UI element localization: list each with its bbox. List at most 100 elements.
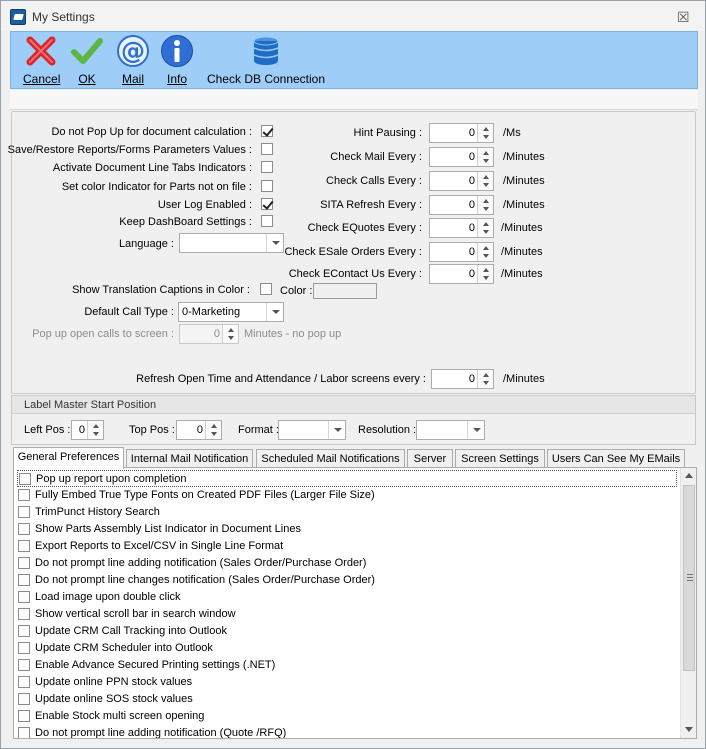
spinner-arrows-icon[interactable] bbox=[477, 265, 493, 283]
item-label: Pop up report upon completion bbox=[36, 473, 187, 485]
info-button[interactable]: Info bbox=[159, 34, 195, 86]
spinner-arrows-icon[interactable] bbox=[477, 124, 493, 142]
user-log-checkbox[interactable] bbox=[261, 198, 273, 210]
left-pos-label: Left Pos : bbox=[24, 424, 71, 436]
spinner-arrows-icon[interactable] bbox=[477, 172, 493, 190]
format-select[interactable] bbox=[278, 420, 346, 440]
spinner-arrows-icon[interactable] bbox=[205, 421, 221, 439]
check-calls-spinner[interactable]: 0 bbox=[429, 171, 494, 191]
list-item[interactable]: Enable Stock multi screen opening bbox=[17, 708, 677, 725]
list-item[interactable]: Load image upon double click bbox=[17, 589, 677, 606]
list-item[interactable]: Show vertical scroll bar in search windo… bbox=[17, 606, 677, 623]
color-indicator-checkbox[interactable] bbox=[261, 180, 273, 192]
item-label: Load image upon double click bbox=[35, 591, 181, 603]
list-item[interactable]: Do not prompt line adding notification (… bbox=[17, 725, 677, 738]
keep-dashboard-checkbox[interactable] bbox=[261, 215, 273, 227]
refresh-open-time-spinner[interactable]: 0 bbox=[431, 369, 494, 389]
default-call-type-value: 0-Marketing bbox=[182, 306, 241, 318]
item-checkbox[interactable] bbox=[18, 540, 30, 552]
item-checkbox[interactable] bbox=[18, 676, 30, 688]
hint-pausing-spinner[interactable]: 0 bbox=[429, 123, 494, 143]
spinner-arrows-icon[interactable] bbox=[477, 219, 493, 237]
no-popup-calc-checkbox[interactable] bbox=[261, 125, 273, 137]
check-mail-spinner[interactable]: 0 bbox=[429, 147, 494, 167]
sita-refresh-spinner[interactable]: 0 bbox=[429, 195, 494, 215]
tab-internal-mail-notification[interactable]: Internal Mail Notification bbox=[126, 449, 253, 468]
tab-users-can-see-my-emails[interactable]: Users Can See My EMails bbox=[547, 449, 685, 468]
save-restore-checkbox[interactable] bbox=[261, 143, 273, 155]
item-checkbox[interactable] bbox=[18, 659, 30, 671]
tab-general-preferences[interactable]: General Preferences bbox=[13, 447, 124, 469]
hint-pausing-value: 0 bbox=[468, 127, 475, 139]
popup-calls-spinner[interactable]: 0 bbox=[179, 324, 239, 344]
left-pos-spinner[interactable]: 0 bbox=[71, 420, 104, 440]
scroll-up-arrow-icon[interactable] bbox=[681, 468, 696, 484]
vertical-scrollbar[interactable] bbox=[680, 468, 696, 738]
scrollbar-thumb[interactable] bbox=[683, 485, 695, 671]
tab-scheduled-mail-notifications[interactable]: Scheduled Mail Notifications bbox=[256, 449, 405, 468]
item-checkbox[interactable] bbox=[18, 625, 30, 637]
cancel-x-icon bbox=[24, 34, 58, 68]
list-item[interactable]: Enable Advance Secured Printing settings… bbox=[17, 657, 677, 674]
item-label: Export Reports to Excel/CSV in Single Li… bbox=[35, 540, 284, 552]
check-equotes-label: Check EQuotes Every : bbox=[307, 222, 422, 234]
top-pos-spinner[interactable]: 0 bbox=[176, 420, 222, 440]
hint-pausing-label: Hint Pausing : bbox=[353, 127, 422, 139]
item-checkbox[interactable] bbox=[18, 608, 30, 620]
spinner-arrows-icon[interactable] bbox=[222, 325, 238, 343]
translation-colors-checkbox[interactable] bbox=[260, 283, 272, 295]
check-equotes-spinner[interactable]: 0 bbox=[429, 218, 494, 238]
scroll-down-arrow-icon[interactable] bbox=[681, 721, 696, 737]
default-call-type-select[interactable]: 0-Marketing bbox=[178, 302, 284, 322]
list-item[interactable]: Update online SOS stock values bbox=[17, 691, 677, 708]
item-checkbox[interactable] bbox=[18, 727, 30, 738]
spinner-arrows-icon[interactable] bbox=[87, 421, 103, 439]
list-item[interactable]: Export Reports to Excel/CSV in Single Li… bbox=[17, 538, 677, 555]
close-icon[interactable]: ☒ bbox=[677, 9, 690, 26]
item-checkbox[interactable] bbox=[18, 591, 30, 603]
list-item[interactable]: Do not prompt line changes notification … bbox=[17, 572, 677, 589]
item-checkbox[interactable] bbox=[18, 710, 30, 722]
item-checkbox[interactable] bbox=[18, 693, 30, 705]
tab-screen-settings[interactable]: Screen Settings bbox=[455, 449, 545, 468]
list-item[interactable]: Update CRM Scheduler into Outlook bbox=[17, 640, 677, 657]
item-checkbox[interactable] bbox=[18, 506, 30, 518]
item-checkbox[interactable] bbox=[19, 473, 31, 485]
check-esale-spinner[interactable]: 0 bbox=[429, 242, 494, 262]
language-select[interactable] bbox=[179, 233, 284, 253]
tab-server[interactable]: Server bbox=[407, 449, 453, 468]
resolution-select[interactable] bbox=[416, 420, 485, 440]
check-econtact-spinner[interactable]: 0 bbox=[429, 264, 494, 284]
spinner-arrows-icon[interactable] bbox=[477, 196, 493, 214]
cancel-button[interactable]: Cancel bbox=[23, 34, 60, 86]
list-item[interactable]: Update CRM Call Tracking into Outlook bbox=[17, 623, 677, 640]
chevron-down-icon bbox=[266, 303, 283, 321]
spinner-arrows-icon[interactable] bbox=[477, 370, 493, 388]
list-item[interactable]: Update online PPN stock values bbox=[17, 674, 677, 691]
refresh-open-time-unit: /Minutes bbox=[503, 373, 545, 385]
keep-dashboard-label: Keep DashBoard Settings : bbox=[119, 216, 252, 228]
list-item[interactable]: Fully Embed True Type Fonts on Created P… bbox=[17, 487, 677, 504]
item-checkbox[interactable] bbox=[18, 489, 30, 501]
mail-button[interactable]: @ Mail bbox=[115, 34, 151, 86]
check-equotes-value: 0 bbox=[468, 222, 475, 234]
chevron-down-icon bbox=[266, 234, 283, 252]
item-label: Do not prompt line changes notification … bbox=[35, 574, 375, 586]
list-item[interactable]: TrimPunct History Search bbox=[17, 504, 677, 521]
ok-button[interactable]: OK bbox=[69, 34, 105, 86]
color-picker[interactable] bbox=[313, 283, 377, 299]
chevron-down-icon bbox=[467, 421, 484, 439]
check-db-button[interactable]: Check DB Connection bbox=[205, 34, 327, 86]
item-checkbox[interactable] bbox=[18, 523, 30, 535]
spinner-arrows-icon[interactable] bbox=[477, 148, 493, 166]
doc-line-tabs-checkbox[interactable] bbox=[261, 161, 273, 173]
tab-strip: General Preferences Internal Mail Notifi… bbox=[13, 447, 698, 469]
list-item[interactable]: Do not prompt line adding notification (… bbox=[17, 555, 677, 572]
list-item[interactable]: Show Parts Assembly List Indicator in Do… bbox=[17, 521, 677, 538]
item-checkbox[interactable] bbox=[18, 574, 30, 586]
item-checkbox[interactable] bbox=[18, 557, 30, 569]
toolbar: Cancel OK @ Mail Info Check DB Connectio… bbox=[10, 31, 698, 89]
list-item[interactable]: Pop up report upon completion bbox=[17, 470, 677, 487]
item-checkbox[interactable] bbox=[18, 642, 30, 654]
spinner-arrows-icon[interactable] bbox=[477, 243, 493, 261]
